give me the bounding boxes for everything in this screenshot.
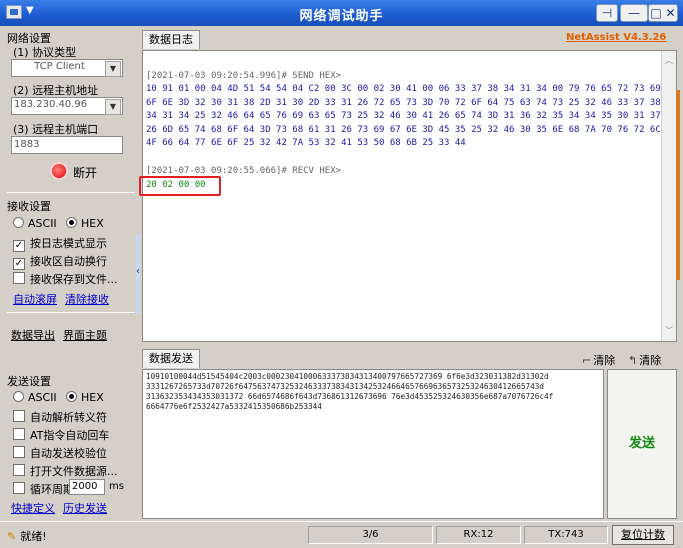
history-link[interactable]: 历史发送: [63, 500, 107, 516]
port-label: (3) 远程主机端口: [13, 123, 99, 136]
log-send-line: 34 31 34 25 32 46 64 65 76 69 63 65 73 2…: [146, 111, 661, 121]
port-input[interactable]: 1883: [11, 136, 123, 154]
log-mode-checkbox[interactable]: ✓ 按日志模式显示: [13, 235, 107, 252]
clear-recv-link[interactable]: 清除接收: [65, 291, 109, 307]
export-link[interactable]: 数据导出: [11, 327, 55, 343]
auto-wrap-checkbox[interactable]: ✓ 接收区自动换行: [13, 253, 107, 270]
protocol-value: TCP Client: [34, 61, 85, 72]
host-value: 183.230.40.96: [14, 99, 88, 110]
chevron-up-icon[interactable]: ︿: [665, 55, 673, 66]
chevron-left-icon[interactable]: ‹: [136, 266, 140, 277]
cycle-input[interactable]: 2000: [69, 479, 105, 495]
send-ascii-radio[interactable]: ASCII: [13, 391, 57, 404]
undo-icon: ↰: [628, 354, 638, 367]
log-send-line: 10 91 01 00 04 4D 51 54 54 04 C2 00 3C 0…: [146, 84, 661, 94]
send-hex-radio[interactable]: HEX: [66, 391, 104, 404]
recv-ascii-radio[interactable]: ASCII: [13, 217, 57, 230]
disconnect-button[interactable]: 断开: [73, 164, 97, 181]
rx-count: RX:12: [436, 526, 521, 544]
recv-settings-title: 接收设置: [7, 200, 51, 213]
send-text: 10910100044d51545404c2003c00023041000633…: [146, 372, 554, 411]
connection-status-icon: [52, 164, 66, 178]
status-bar: ✎ 就绪! 3/6 RX:12 TX:743 复位计数: [0, 521, 683, 548]
eraser-icon: ⌐: [582, 354, 592, 367]
ready-status: ✎ 就绪!: [7, 530, 47, 543]
resize-accent: [676, 90, 680, 280]
cycle-checkbox[interactable]: 循环周期: [13, 481, 74, 497]
auto-scroll-link[interactable]: 自动滚屏: [13, 291, 57, 307]
host-label: (2) 远程主机地址: [13, 84, 99, 97]
status-icon: ✎: [7, 530, 17, 543]
tx-count: TX:743: [524, 526, 608, 544]
send-input[interactable]: 10910100044d51545404c2003c00023041000633…: [142, 369, 604, 519]
brand-link[interactable]: NetAssist V4.3.26: [566, 32, 666, 43]
log-send-line: 26 6D 65 74 68 6F 64 3D 73 68 61 31 26 7…: [146, 125, 661, 135]
host-select[interactable]: 183.230.40.96 ▼: [11, 97, 123, 115]
protocol-label: (1) 协议类型: [13, 46, 77, 59]
tab-data-log[interactable]: 数据日志: [142, 30, 200, 49]
chevron-down-icon[interactable]: ▼: [105, 61, 121, 77]
open-file-checkbox[interactable]: 打开文件数据源...: [13, 463, 118, 479]
receive-log[interactable]: [2021-07-03 09:20:54.996]# SEND HEX> 10 …: [139, 50, 677, 342]
auto-escape-checkbox[interactable]: 自动解析转义符: [13, 409, 107, 425]
recv-hex-radio[interactable]: HEX: [66, 217, 104, 230]
theme-link[interactable]: 界面主题: [63, 327, 107, 343]
clear-send-button[interactable]: ↰ 清除: [628, 352, 661, 368]
protocol-select[interactable]: TCP Client ▼: [11, 59, 123, 77]
chevron-down-icon[interactable]: ▼: [105, 99, 121, 115]
pin-button[interactable]: ⊣: [596, 4, 618, 22]
cycle-unit: ms: [109, 481, 124, 492]
title-bar: ▼ 网络调试助手 ⊣ — □ ✕: [0, 0, 683, 26]
divider: [7, 192, 135, 193]
divider: [7, 312, 135, 313]
highlight-box: [139, 176, 221, 196]
log-send-line: 4F 66 64 77 6E 6F 25 32 42 7A 53 32 41 5…: [146, 138, 466, 148]
chevron-down-icon[interactable]: ﹀: [665, 325, 673, 336]
log-send-header: [2021-07-03 09:20:54.996]# SEND HEX>: [146, 71, 342, 81]
save-to-file-checkbox[interactable]: 接收保存到文件...: [13, 271, 118, 287]
clear-log-button[interactable]: ⌐ 清除: [582, 352, 615, 368]
close-button[interactable]: □ ✕: [648, 4, 678, 22]
line-count: 3/6: [308, 526, 433, 544]
tab-data-send[interactable]: 数据发送: [142, 349, 200, 368]
log-send-line: 6F 6E 3D 32 30 31 38 2D 31 30 2D 33 31 2…: [146, 98, 661, 108]
reset-count-button[interactable]: 复位计数: [612, 525, 674, 545]
minimize-button[interactable]: —: [620, 4, 648, 22]
window-title: 网络调试助手: [299, 9, 384, 24]
send-button[interactable]: 发送: [607, 369, 677, 519]
log-scrollbar[interactable]: ︿ ﹀: [661, 51, 676, 341]
at-crlf-checkbox[interactable]: AT指令自动回车: [13, 427, 109, 443]
send-settings-title: 发送设置: [7, 375, 51, 388]
auto-checksum-checkbox[interactable]: 自动发送校验位: [13, 445, 107, 461]
shortcut-link[interactable]: 快捷定义: [11, 500, 55, 516]
